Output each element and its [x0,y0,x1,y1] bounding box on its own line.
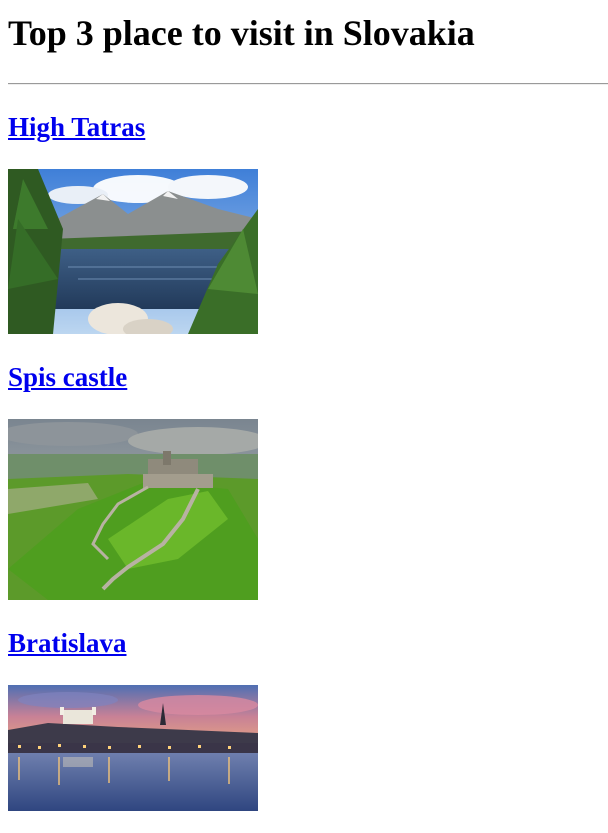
place-heading-high-tatras: High Tatras [8,112,145,142]
place-link-bratislava[interactable]: Bratislava [8,628,127,658]
bratislava-image[interactable] [8,685,258,811]
place-heading-spis-castle: Spis castle [8,362,127,392]
page-title: Top 3 place to visit in Slovakia [8,13,475,53]
high-tatras-image[interactable] [8,169,258,334]
place-link-high-tatras[interactable]: High Tatras [8,112,145,142]
place-link-spis-castle[interactable]: Spis castle [8,362,127,392]
spis-castle-image[interactable] [8,419,258,600]
divider [8,83,608,85]
place-heading-bratislava: Bratislava [8,628,127,658]
